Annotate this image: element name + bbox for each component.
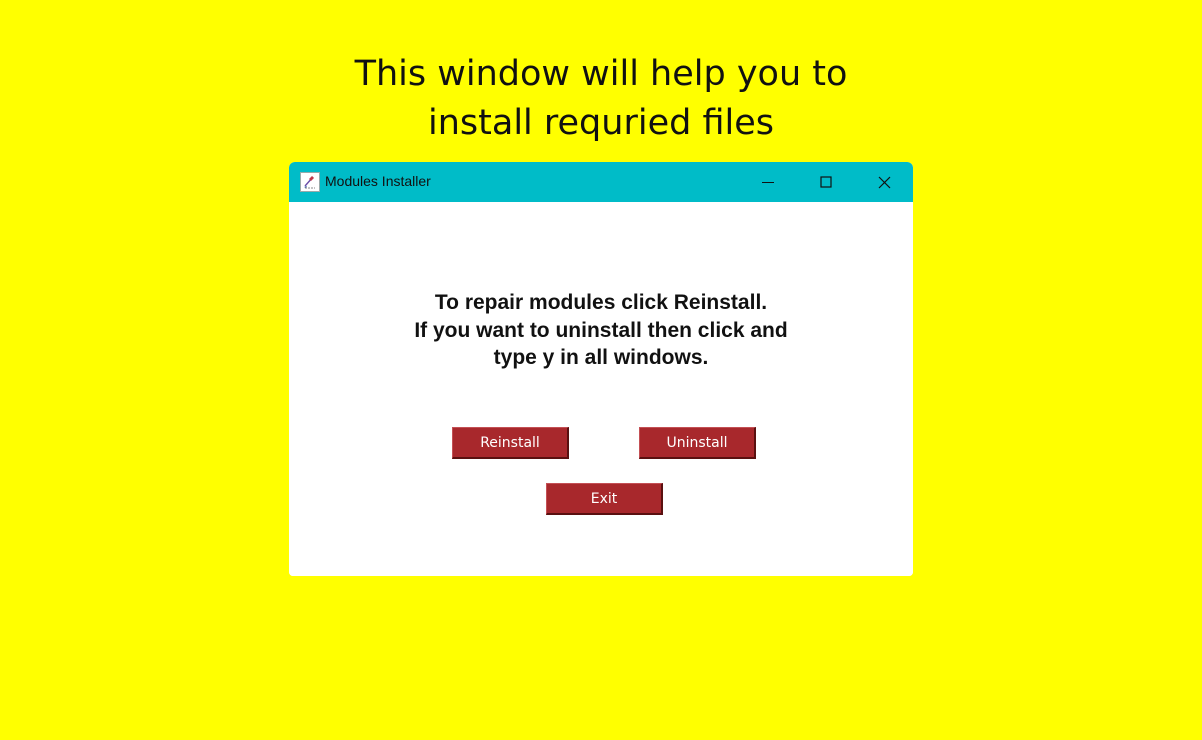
page-headline: This window will help you to install req… — [0, 50, 1202, 148]
instructions-line-3: type y in all windows. — [493, 346, 709, 369]
installer-window: Modules Installer To repair modules clic… — [289, 162, 913, 576]
instructions-line-1: To repair modules click Reinstall. — [434, 291, 768, 314]
desktop-background: This window will help you to install req… — [0, 0, 1202, 740]
maximize-button[interactable] — [797, 162, 855, 202]
instructions-text: To repair modules click Reinstall. If yo… — [289, 289, 913, 372]
instructions-line-2: If you want to uninstall then click and — [414, 318, 788, 342]
headline-line-2: install requried files — [428, 103, 774, 143]
window-titlebar[interactable]: Modules Installer — [289, 162, 913, 202]
exit-button[interactable]: Exit — [546, 483, 663, 515]
headline-line-1: This window will help you to — [354, 54, 848, 94]
window-title: Modules Installer — [325, 173, 431, 189]
feather-app-icon[interactable] — [300, 172, 320, 192]
close-button[interactable] — [855, 162, 913, 202]
uninstall-button[interactable]: Uninstall — [639, 427, 756, 459]
reinstall-button[interactable]: Reinstall — [452, 427, 569, 459]
close-icon — [878, 176, 890, 188]
maximize-icon — [820, 176, 832, 188]
minimize-button[interactable] — [739, 162, 797, 202]
minimize-icon — [762, 182, 774, 183]
window-client-area: To repair modules click Reinstall. If yo… — [289, 202, 913, 576]
